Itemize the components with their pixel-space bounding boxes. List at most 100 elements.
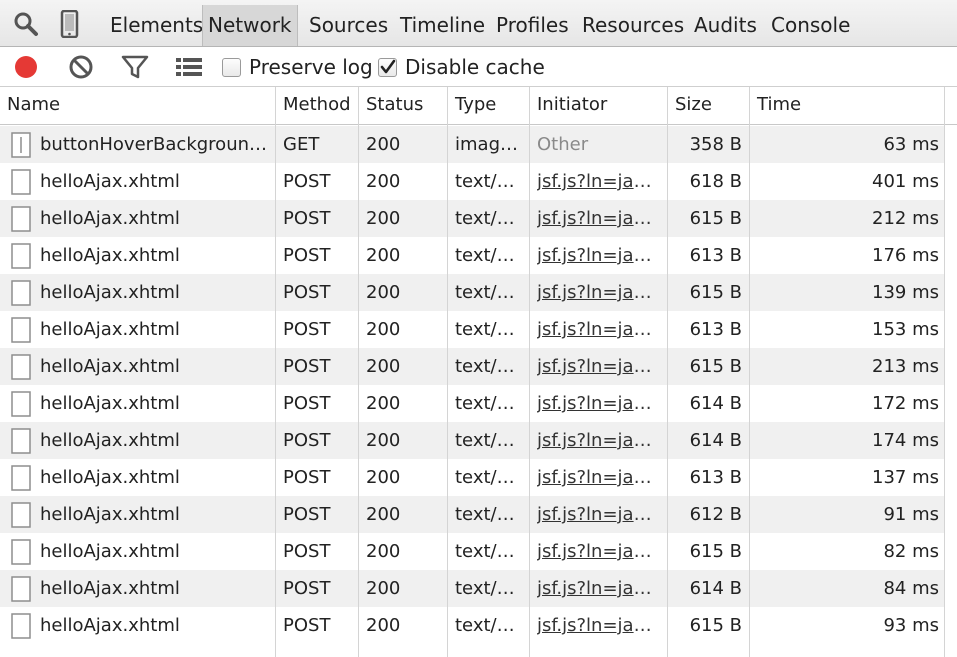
request-initiator[interactable]: jsf.js?ln=javax.faces [537, 200, 661, 237]
column-header-type[interactable]: Type [448, 87, 496, 125]
request-status: 200 [366, 245, 401, 266]
file-icon [11, 502, 31, 528]
record-button[interactable] [11, 53, 41, 81]
magnifier-icon[interactable] [12, 10, 40, 38]
clear-icon [69, 55, 93, 79]
disable-cache-checkbox[interactable]: Disable cache [378, 55, 545, 79]
request-name[interactable]: helloAjax.xhtml [40, 459, 270, 496]
view-toggle-button[interactable] [174, 53, 204, 81]
request-type: text/xml [455, 282, 525, 303]
network-request-table: Name Method Status Type Initiator Size T… [0, 87, 957, 657]
request-initiator[interactable]: jsf.js?ln=javax.faces [537, 311, 661, 348]
tab-console[interactable]: Console [766, 6, 855, 44]
request-time: 212 ms [872, 208, 939, 229]
column-divider[interactable] [749, 87, 750, 657]
preserve-log-box[interactable] [222, 57, 241, 77]
table-row[interactable]: helloAjax.xhtml POST 200 text/xml jsf.js?ln=… [0, 385, 945, 422]
clear-button[interactable] [66, 53, 96, 81]
filter-button[interactable] [120, 53, 150, 81]
table-row[interactable]: helloAjax.xhtml POST 200 text/xml jsf.js?ln=… [0, 311, 945, 348]
column-header-method[interactable]: Method [276, 87, 351, 125]
request-name[interactable]: helloAjax.xhtml [40, 533, 270, 570]
request-name[interactable]: buttonHoverBackground.gif [40, 126, 270, 163]
filter-icon [121, 55, 149, 79]
table-row[interactable]: helloAjax.xhtml POST 200 text/xml jsf.js?ln=… [0, 533, 945, 570]
file-icon [11, 576, 31, 602]
request-initiator[interactable]: jsf.js?ln=javax.faces [537, 533, 661, 570]
column-divider[interactable] [358, 87, 359, 657]
table-row[interactable]: buttonHoverBackground.gif GET 200 image/gif… [0, 126, 945, 163]
request-initiator[interactable]: jsf.js?ln=javax.faces [537, 459, 661, 496]
table-row[interactable]: helloAjax.xhtml POST 200 text/xml jsf.js?ln=… [0, 496, 945, 533]
request-initiator[interactable]: jsf.js?ln=javax.faces [537, 237, 661, 274]
file-icon [11, 428, 31, 454]
table-row[interactable]: helloAjax.xhtml POST 200 text/xml jsf.js?ln=… [0, 348, 945, 385]
request-time: 213 ms [872, 356, 939, 377]
request-name[interactable]: helloAjax.xhtml [40, 274, 270, 311]
tab-network[interactable]: Network [202, 5, 298, 46]
table-row[interactable]: helloAjax.xhtml POST 200 text/xml jsf.js?ln=… [0, 163, 945, 200]
tab-sources[interactable]: Sources [304, 6, 393, 44]
request-name[interactable]: helloAjax.xhtml [40, 570, 270, 607]
table-row[interactable]: helloAjax.xhtml POST 200 text/xml jsf.js?ln=… [0, 237, 945, 274]
request-initiator[interactable]: jsf.js?ln=javax.faces [537, 607, 661, 644]
request-method: POST [283, 245, 331, 266]
request-name[interactable]: helloAjax.xhtml [40, 422, 270, 459]
request-name[interactable]: helloAjax.xhtml [40, 311, 270, 348]
request-name[interactable]: helloAjax.xhtml [40, 163, 270, 200]
column-header-time[interactable]: Time [750, 87, 801, 125]
column-divider[interactable] [667, 87, 668, 657]
tab-resources[interactable]: Resources [577, 6, 689, 44]
tab-elements[interactable]: Elements [105, 6, 208, 44]
request-time: 172 ms [872, 393, 939, 414]
table-row[interactable]: helloAjax.xhtml POST 200 text/xml jsf.js?ln=… [0, 274, 945, 311]
request-name[interactable]: helloAjax.xhtml [40, 385, 270, 422]
request-status: 200 [366, 208, 401, 229]
tab-profiles[interactable]: Profiles [491, 6, 574, 44]
record-icon [15, 56, 37, 78]
column-divider[interactable] [275, 87, 276, 657]
request-initiator[interactable]: jsf.js?ln=javax.faces [537, 348, 661, 385]
request-size: 614 B [689, 578, 742, 599]
preserve-log-checkbox[interactable]: Preserve log [222, 55, 373, 79]
request-initiator[interactable]: jsf.js?ln=javax.faces [537, 496, 661, 533]
disable-cache-box[interactable] [378, 57, 397, 77]
column-divider[interactable] [529, 87, 530, 657]
column-divider[interactable] [447, 87, 448, 657]
request-status: 200 [366, 393, 401, 414]
request-size: 615 B [689, 208, 742, 229]
request-initiator[interactable]: jsf.js?ln=javax.faces [537, 385, 661, 422]
request-name[interactable]: helloAjax.xhtml [40, 237, 270, 274]
request-status: 200 [366, 615, 401, 636]
request-method: POST [283, 208, 331, 229]
request-initiator[interactable]: jsf.js?ln=javax.faces [537, 274, 661, 311]
column-divider[interactable] [944, 87, 945, 657]
request-initiator[interactable]: jsf.js?ln=javax.faces [537, 163, 661, 200]
request-name[interactable]: helloAjax.xhtml [40, 200, 270, 237]
request-name[interactable]: helloAjax.xhtml [40, 348, 270, 385]
table-row[interactable]: helloAjax.xhtml POST 200 text/xml jsf.js?ln=… [0, 422, 945, 459]
tab-timeline[interactable]: Timeline [395, 6, 490, 44]
file-icon [11, 613, 31, 639]
request-name[interactable]: helloAjax.xhtml [40, 607, 270, 644]
table-row[interactable]: helloAjax.xhtml POST 200 text/xml jsf.js?ln=… [0, 200, 945, 237]
request-status: 200 [366, 319, 401, 340]
request-initiator[interactable]: jsf.js?ln=javax.faces [537, 422, 661, 459]
request-size: 614 B [689, 430, 742, 451]
table-row[interactable]: helloAjax.xhtml POST 200 text/xml jsf.js?ln=… [0, 570, 945, 607]
table-row[interactable]: helloAjax.xhtml POST 200 text/xml jsf.js?ln=… [0, 459, 945, 496]
request-name[interactable]: helloAjax.xhtml [40, 496, 270, 533]
column-header-status[interactable]: Status [359, 87, 423, 125]
request-type: text/xml [455, 319, 525, 340]
request-type: text/xml [455, 578, 525, 599]
mobile-device-icon[interactable] [56, 9, 84, 39]
table-row[interactable]: helloAjax.xhtml POST 200 text/xml jsf.js?ln=… [0, 607, 945, 644]
request-size: 618 B [689, 171, 742, 192]
column-header-size[interactable]: Size [668, 87, 712, 125]
file-icon [11, 539, 31, 565]
request-initiator[interactable]: jsf.js?ln=javax.faces [537, 570, 661, 607]
column-header-initiator[interactable]: Initiator [530, 87, 607, 125]
request-method: POST [283, 541, 331, 562]
tab-audits[interactable]: Audits [689, 6, 762, 44]
column-header-name[interactable]: Name [0, 87, 60, 125]
